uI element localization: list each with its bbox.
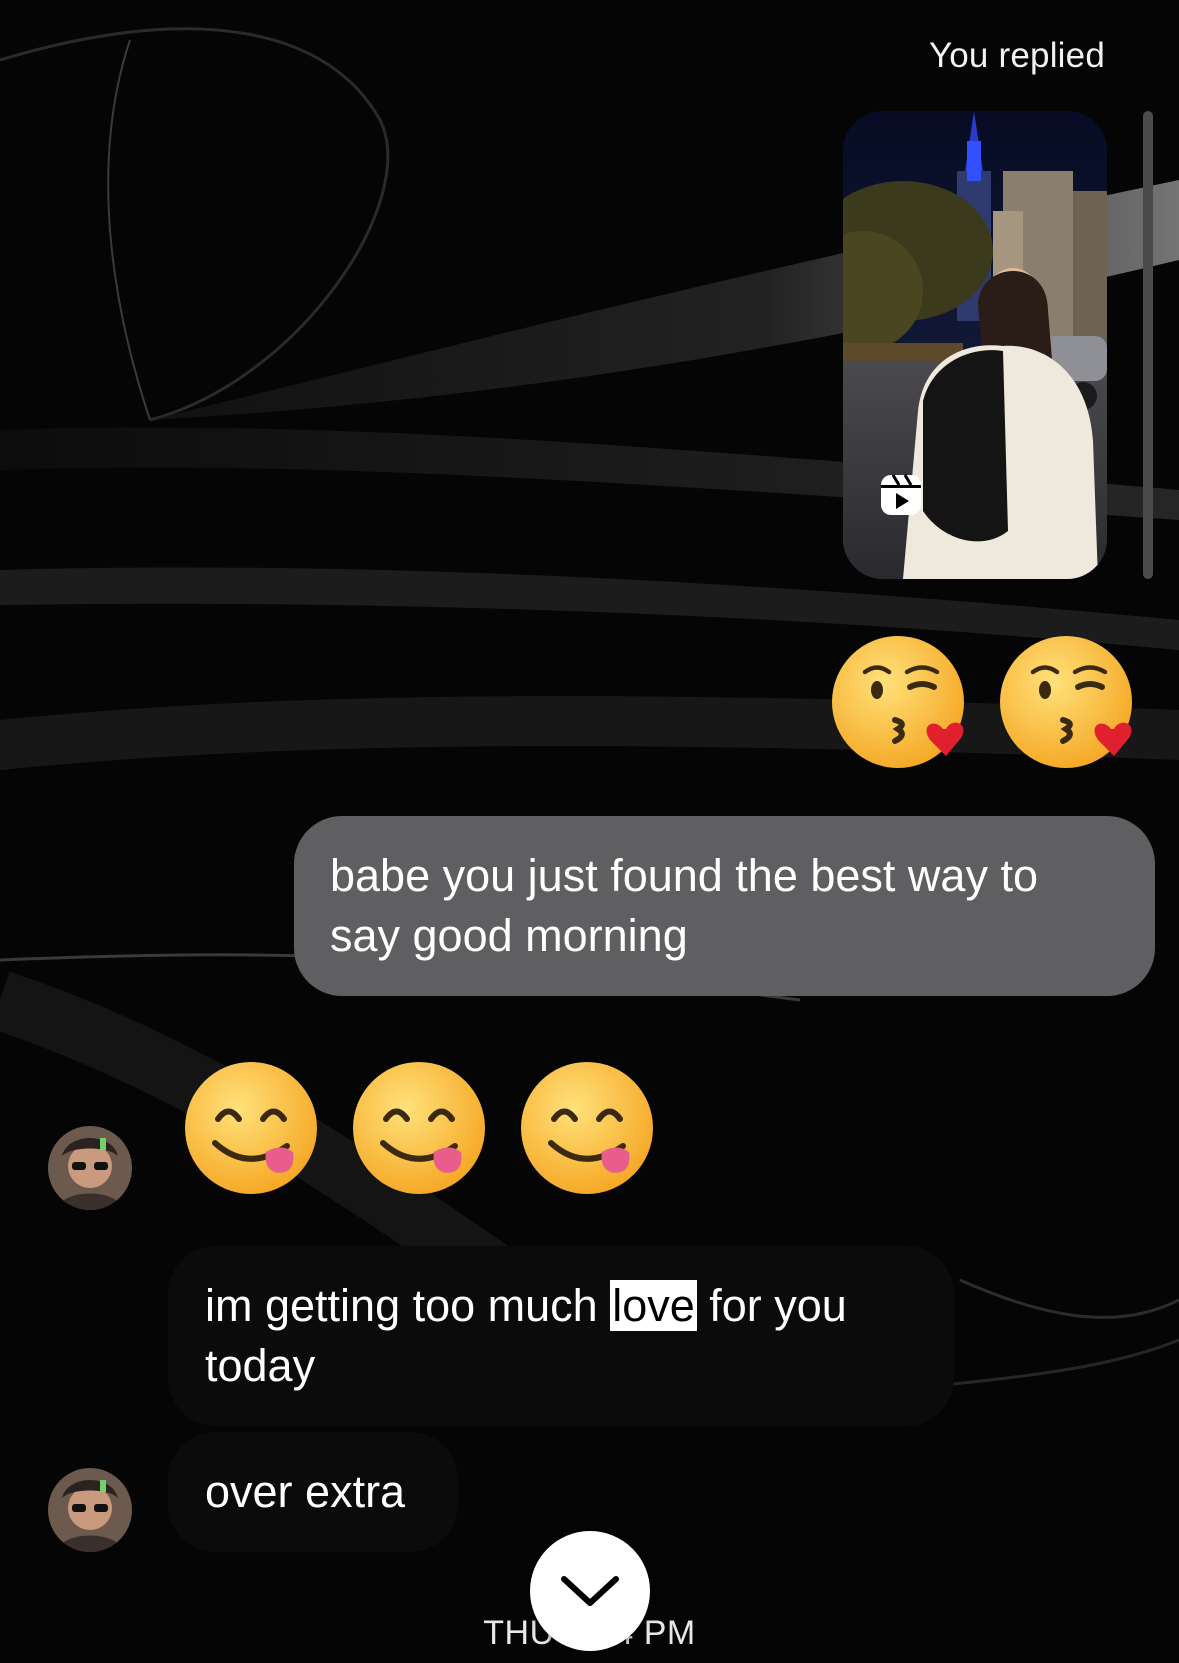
avatar-image [48, 1126, 132, 1210]
sent-message-bubble[interactable]: babe you just found the best way to say … [294, 816, 1155, 996]
shared-reel-thumbnail[interactable] [843, 111, 1107, 579]
face-savoring-food-icon [185, 1062, 317, 1194]
face-blowing-kiss-icon [832, 636, 964, 768]
reels-icon [881, 474, 921, 515]
chevron-down-icon [561, 1576, 619, 1606]
selected-word-highlight[interactable]: love [610, 1280, 697, 1331]
received-message-bubble[interactable]: im getting too much love for you today [168, 1246, 954, 1426]
received-emoji-message[interactable] [176, 1053, 662, 1203]
avatar-image [48, 1468, 132, 1552]
scroll-to-bottom-button[interactable] [530, 1531, 650, 1651]
you-replied-label: You replied [928, 36, 1105, 75]
face-savoring-food-icon [353, 1062, 485, 1194]
contact-avatar[interactable] [48, 1468, 132, 1552]
face-savoring-food-icon [521, 1062, 653, 1194]
contact-avatar[interactable] [48, 1126, 132, 1210]
sent-emoji-message[interactable] [826, 627, 1144, 777]
reel-scroll-indicator [1143, 111, 1153, 579]
face-blowing-kiss-icon [1000, 636, 1132, 768]
received-message-text: im getting too much [205, 1280, 611, 1331]
received-message-bubble-2[interactable]: over extra [168, 1432, 458, 1552]
